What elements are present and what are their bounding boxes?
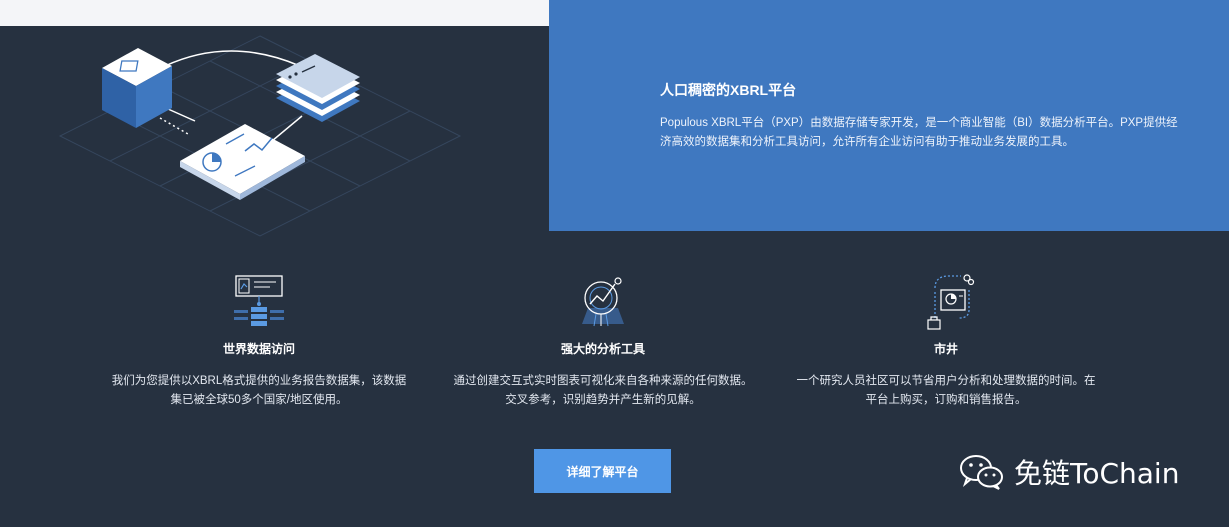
connector-line (271, 115, 303, 142)
feature-description: 通过创建交互式实时图表可视化来自各种来源的任何数据。交叉参考，识别趋势并产生新的… (453, 375, 753, 406)
report-chart-icon (180, 124, 305, 200)
analytics-chart-icon (582, 277, 624, 327)
top-strip (0, 0, 549, 26)
feature-global-data: 世界数据访问 我们为您提供以XBRL格式提供的业务报告数据集，该数据集已被全球5… (109, 270, 409, 410)
marketplace-icon (927, 274, 975, 330)
connector-dotted (159, 117, 189, 135)
panel-title: 人口稠密的XBRL平台 (660, 82, 797, 98)
feature-analytics-tools: 强大的分析工具 通过创建交互式实时图表可视化来自各种来源的任何数据。交叉参考，识… (453, 270, 753, 410)
isometric-data-illustration (58, 35, 462, 237)
wechat-icon (960, 455, 1003, 490)
watermark: 免链ToChain (958, 448, 1179, 496)
platform-intro-panel: 人口稠密的XBRL平台 Populous XBRL平台（PXP）由数据存储专家开… (549, 0, 1229, 231)
feature-description: 我们为您提供以XBRL格式提供的业务报告数据集，该数据集已被全球50多个国家/地… (111, 375, 407, 406)
global-data-icon (234, 275, 284, 326)
feature-marketplace: 市井 一个研究人员社区可以节省用户分析和处理数据的时间。在平台上购买，订购和销售… (796, 270, 1096, 410)
feature-title: 强大的分析工具 (560, 342, 645, 356)
learn-more-button[interactable]: 详细了解平台 (534, 449, 671, 493)
folder-cube-icon (102, 48, 172, 128)
connector-arc (164, 50, 301, 67)
watermark-text: 免链ToChain (1014, 457, 1180, 490)
feature-description: 一个研究人员社区可以节省用户分析和处理数据的时间。在平台上购买，订购和销售报告。 (796, 375, 1096, 406)
document-stack-icon (276, 54, 360, 122)
feature-title: 世界数据访问 (222, 342, 295, 356)
feature-title: 市井 (933, 342, 958, 356)
panel-description: Populous XBRL平台（PXP）由数据存储专家开发，是一个商业智能（BI… (660, 117, 1178, 148)
